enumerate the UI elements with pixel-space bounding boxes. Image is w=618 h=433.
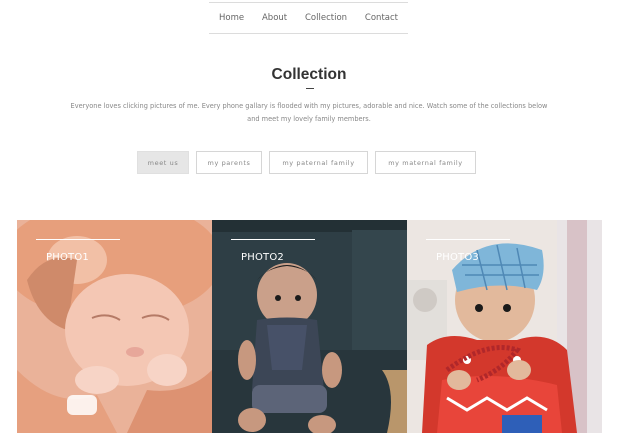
gallery-photo-1[interactable]: PHOTO1: [17, 220, 212, 433]
nav-home-link[interactable]: Home: [219, 13, 244, 23]
filter-maternal-family-button[interactable]: my maternal family: [375, 151, 476, 174]
title-underline: [306, 88, 314, 89]
photo-1-caption: PHOTO1: [46, 252, 89, 263]
photo-3-caption: PHOTO3: [436, 252, 479, 263]
photo-1-caption-line: [36, 239, 120, 240]
photo-3-caption-line: [426, 239, 510, 240]
photo-gallery: PHOTO1 PHOTO2 PHOTO3: [17, 220, 602, 433]
photo-2-caption-line: [231, 239, 315, 240]
filter-bar: meet us my parents my paternal family my…: [0, 151, 618, 175]
nav-about-link[interactable]: About: [262, 13, 287, 23]
nav-collection-link[interactable]: Collection: [305, 13, 347, 23]
filter-meet-us-button[interactable]: meet us: [137, 151, 189, 174]
gallery-photo-3[interactable]: PHOTO3: [407, 220, 602, 433]
section-intro: Everyone loves clicking pictures of me. …: [70, 102, 548, 123]
filter-paternal-family-button[interactable]: my paternal family: [269, 151, 368, 174]
section-title: Collection: [271, 66, 347, 83]
nav-contact-link[interactable]: Contact: [365, 13, 398, 23]
photo-2-caption: PHOTO2: [241, 252, 284, 263]
filter-my-parents-button[interactable]: my parents: [196, 151, 262, 174]
top-nav: Home About Collection Contact: [209, 2, 408, 34]
gallery-photo-2[interactable]: PHOTO2: [212, 220, 407, 433]
